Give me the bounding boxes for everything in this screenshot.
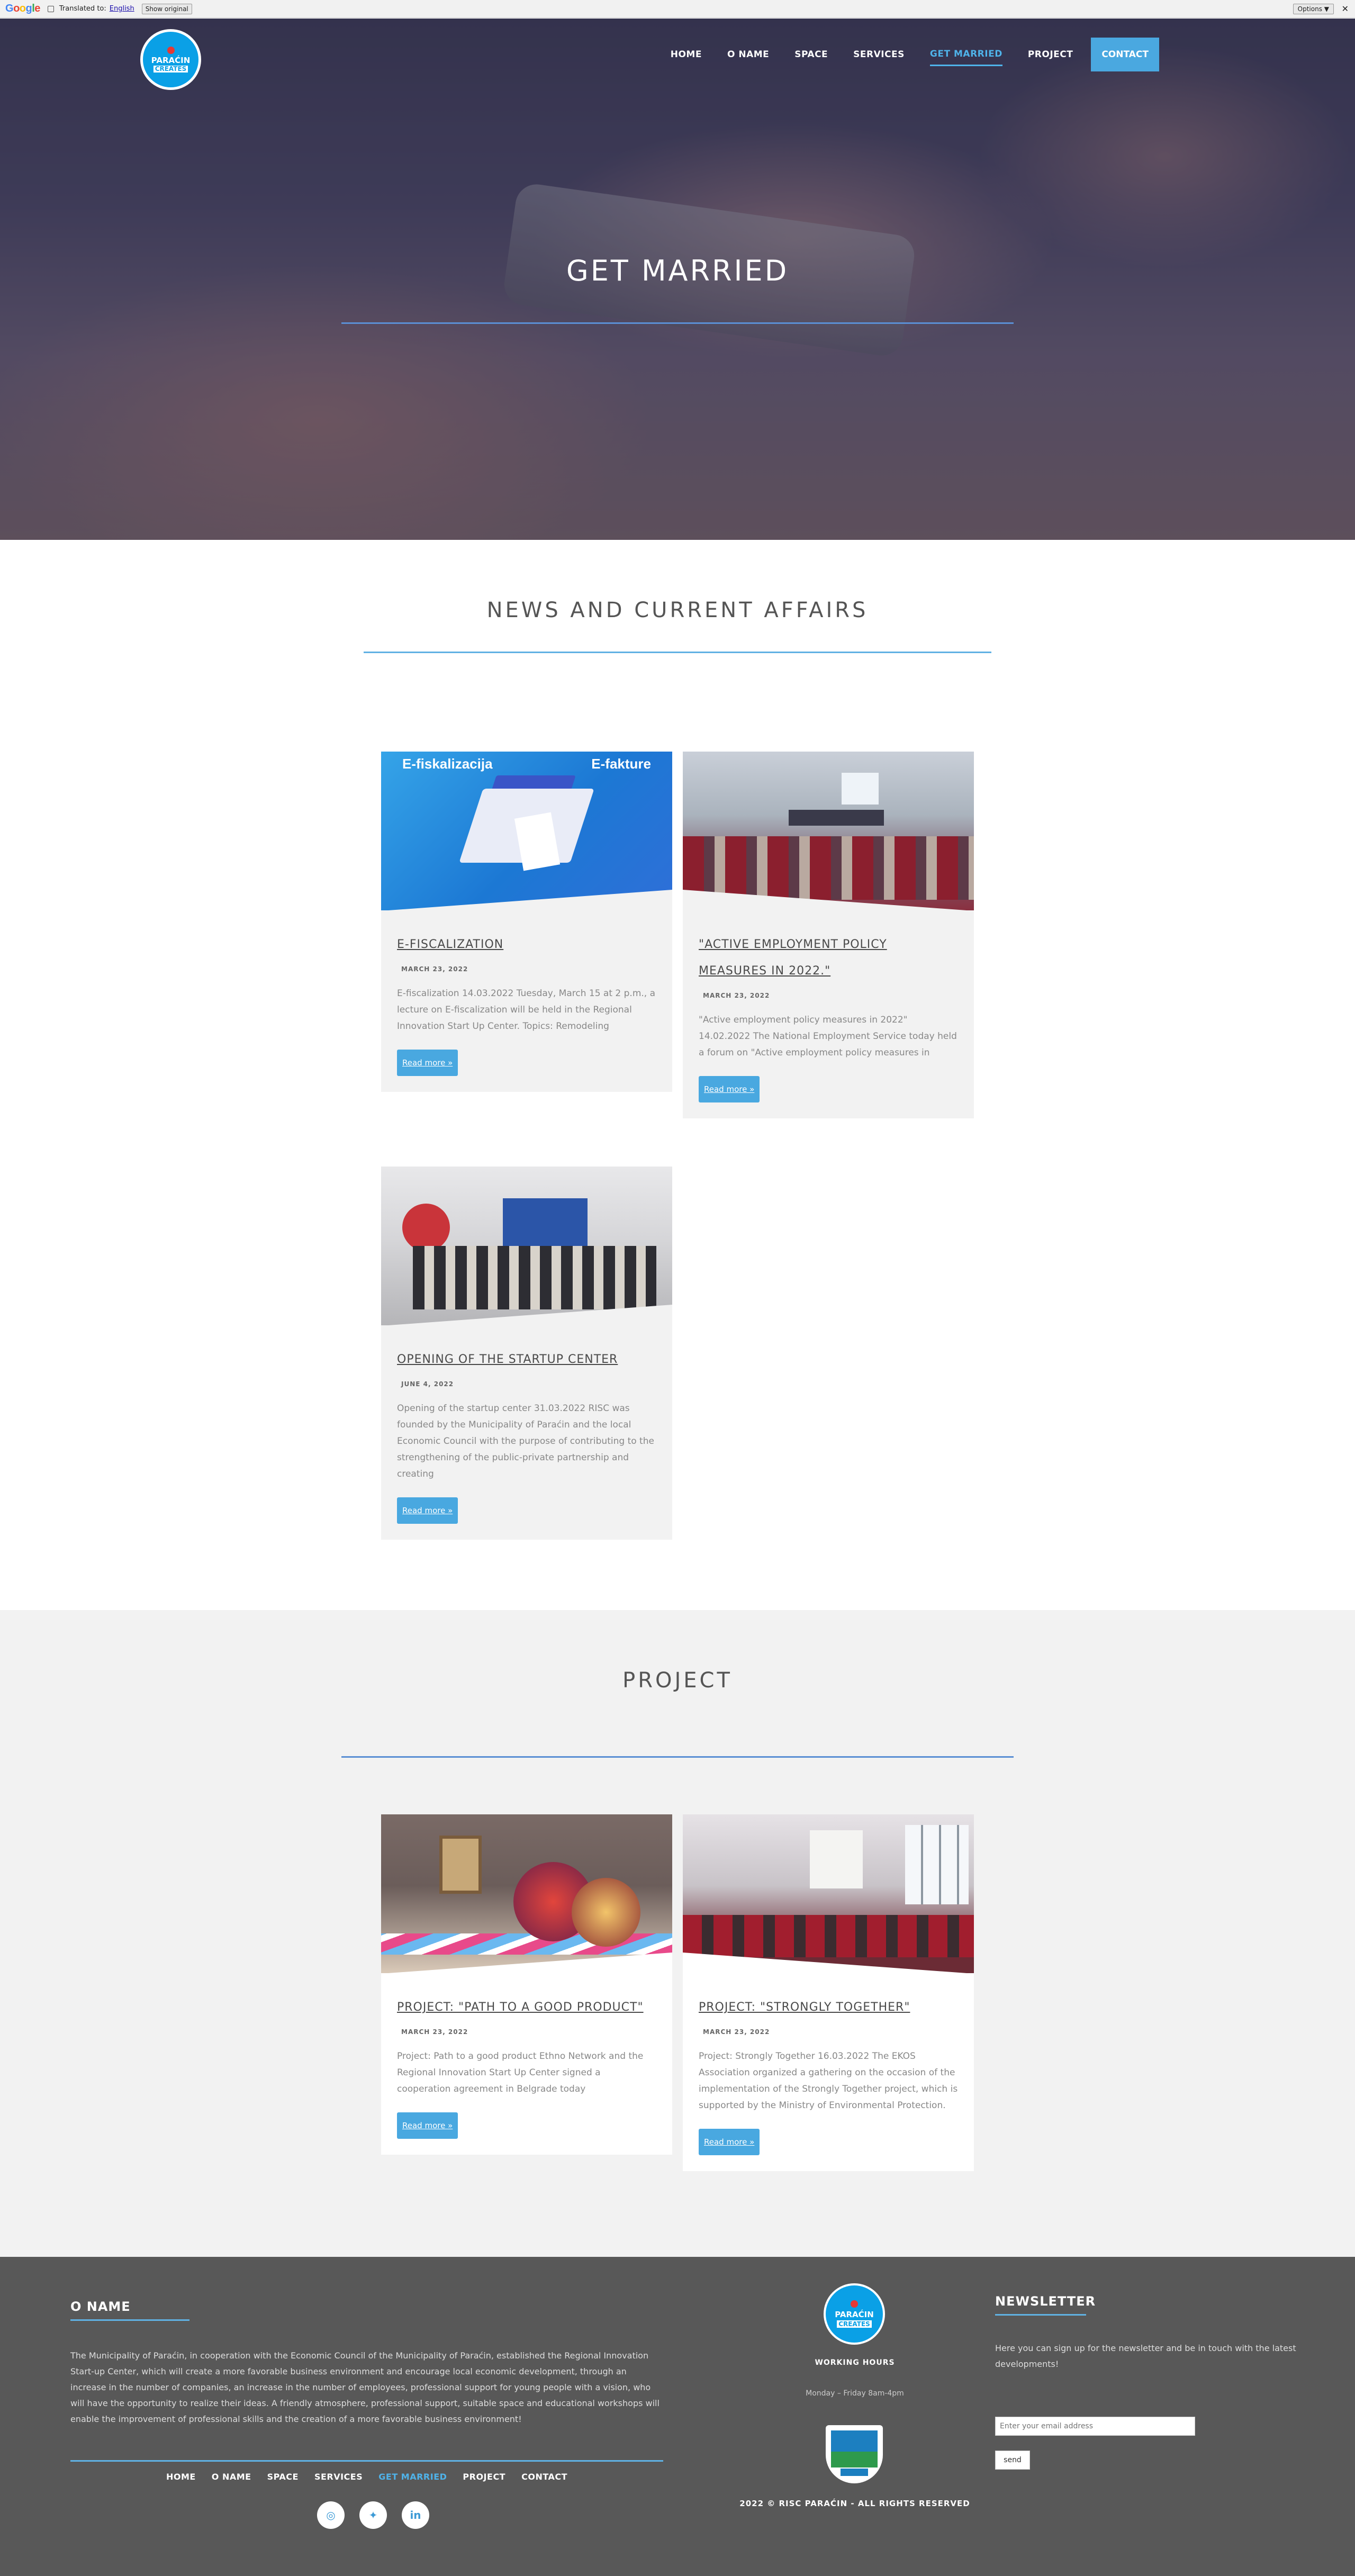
project-card: PROJECT: "STRONGLY TOGETHER" MARCH 23, 2… xyxy=(683,1814,974,2171)
language-select[interactable]: English xyxy=(110,5,134,13)
nav-services[interactable]: SERVICES xyxy=(853,44,905,65)
working-hours-title: WORKING HOURS xyxy=(815,2358,895,2367)
footer-divider xyxy=(70,2319,189,2321)
show-original-button[interactable]: Show original xyxy=(141,3,192,14)
title-divider xyxy=(341,322,1014,324)
project-section-title: PROJECT xyxy=(622,1668,733,1693)
linkedin-icon[interactable]: in xyxy=(402,2501,429,2529)
project-section xyxy=(0,1610,1355,2257)
project-image[interactable] xyxy=(381,1814,672,1973)
news-card: "ACTIVE EMPLOYMENT POLICY MEASURES IN 20… xyxy=(683,752,974,1118)
twitter-icon[interactable]: ✦ xyxy=(359,2501,387,2529)
logo-mark-icon xyxy=(167,47,175,54)
working-hours: Monday – Friday 8am-4pm xyxy=(806,2389,904,2398)
nav-o-name[interactable]: O NAME xyxy=(727,44,769,65)
project-excerpt: Project: Path to a good product Ethno Ne… xyxy=(397,2051,644,2094)
site-logo[interactable]: PARAĆIN CREATES xyxy=(140,29,201,90)
news-image[interactable]: E-fiskalizacija E-fakture xyxy=(381,752,672,910)
project-title-link[interactable]: PROJECT: "PATH TO A GOOD PRODUCT" xyxy=(397,1994,656,2021)
news-title-link[interactable]: E-FISCALIZATION xyxy=(397,932,656,958)
logo-mark-icon xyxy=(851,2300,858,2308)
footer-about-text: The Municipality of Paraćin, in cooperat… xyxy=(70,2351,660,2424)
footer-nav-contact[interactable]: CONTACT xyxy=(521,2472,567,2482)
read-more-button[interactable]: Read more » xyxy=(397,1497,458,1524)
news-excerpt: "Active employment policy measures in 20… xyxy=(699,1015,957,1058)
news-image[interactable] xyxy=(683,752,974,910)
project-date: MARCH 23, 2022 xyxy=(703,2028,770,2036)
footer-logo[interactable]: PARAĆIN CREATES xyxy=(824,2283,885,2345)
read-more-button[interactable]: Read more » xyxy=(397,1050,458,1076)
footer: O NAME The Municipality of Paraćin, in c… xyxy=(0,2257,1355,2576)
read-more-button[interactable]: Read more » xyxy=(397,2112,458,2139)
nav-space[interactable]: SPACE xyxy=(794,44,828,65)
newsletter-send-button[interactable]: send xyxy=(995,2451,1030,2470)
news-section-title: NEWS AND CURRENT AFFAIRS xyxy=(486,598,869,622)
lock-icon xyxy=(47,5,54,12)
read-more-button[interactable]: Read more » xyxy=(699,1076,760,1102)
copyright: 2022 © RISC PARAĆIN - ALL RIGHTS RESERVE… xyxy=(739,2499,970,2508)
news-date: MARCH 23, 2022 xyxy=(401,965,468,973)
nav-get-married[interactable]: GET MARRIED xyxy=(929,43,1002,66)
hero-banner: GET MARRIED xyxy=(0,19,1355,540)
contact-button[interactable]: CONTACT xyxy=(1091,38,1159,71)
logo-text: PARAĆIN xyxy=(151,56,191,65)
footer-about-title: O NAME xyxy=(70,2299,131,2314)
newsletter-email-input[interactable] xyxy=(995,2417,1195,2436)
news-excerpt: Opening of the startup center 31.03.2022… xyxy=(397,1403,654,1479)
news-card: E-fiskalizacija E-fakture E-FISCALIZATIO… xyxy=(381,752,672,1092)
footer-nav-get-married[interactable]: GET MARRIED xyxy=(378,2472,447,2482)
news-divider xyxy=(364,652,991,653)
project-image[interactable] xyxy=(683,1814,974,1973)
image-caption: E-fiskalizacija xyxy=(402,756,493,772)
footer-nav-services[interactable]: SERVICES xyxy=(314,2472,363,2482)
translated-to-label: Translated to: xyxy=(59,5,106,13)
logo-subtext: CREATES xyxy=(837,2320,872,2328)
social-links: ◎ ✦ in xyxy=(310,2501,437,2529)
footer-nav: HOME O NAME SPACE SERVICES GET MARRIED P… xyxy=(70,2472,663,2482)
footer-nav-o-name[interactable]: O NAME xyxy=(212,2472,251,2482)
project-card: PROJECT: "PATH TO A GOOD PRODUCT" MARCH … xyxy=(381,1814,672,2155)
project-divider xyxy=(341,1756,1014,1758)
footer-divider xyxy=(70,2460,663,2462)
footer-nav-home[interactable]: HOME xyxy=(166,2472,196,2482)
read-more-button[interactable]: Read more » xyxy=(699,2129,760,2155)
footer-nav-space[interactable]: SPACE xyxy=(267,2472,299,2482)
page-title: GET MARRIED xyxy=(566,254,789,287)
newsletter-title: NEWSLETTER xyxy=(995,2294,1096,2309)
main-nav: HOME O NAME SPACE SERVICES GET MARRIED P… xyxy=(658,37,1355,72)
news-card: OPENING OF THE STARTUP CENTER JUNE 4, 20… xyxy=(381,1167,672,1540)
news-date: MARCH 23, 2022 xyxy=(703,992,770,999)
project-title-link[interactable]: PROJECT: "STRONGLY TOGETHER" xyxy=(699,1994,958,2021)
news-title-link[interactable]: "ACTIVE EMPLOYMENT POLICY MEASURES IN 20… xyxy=(699,932,958,984)
news-date: JUNE 4, 2022 xyxy=(401,1380,454,1388)
logo-subtext: CREATES xyxy=(153,66,188,73)
municipality-crest-icon xyxy=(826,2425,883,2483)
translate-bar: Google Translated to: English Show origi… xyxy=(0,0,1355,18)
project-excerpt: Project: Strongly Together 16.03.2022 Th… xyxy=(699,2051,958,2111)
news-title-link[interactable]: OPENING OF THE STARTUP CENTER xyxy=(397,1346,656,1373)
instagram-icon[interactable]: ◎ xyxy=(317,2501,345,2529)
news-excerpt: E-fiscalization 14.03.2022 Tuesday, Marc… xyxy=(397,988,656,1032)
google-logo: Google xyxy=(5,3,40,14)
footer-divider xyxy=(995,2314,1086,2316)
options-button[interactable]: Options ▼ xyxy=(1293,3,1334,14)
news-image[interactable] xyxy=(381,1167,672,1325)
image-caption: E-fakture xyxy=(591,756,651,772)
footer-nav-project[interactable]: PROJECT xyxy=(463,2472,505,2482)
project-date: MARCH 23, 2022 xyxy=(401,2028,468,2036)
nav-home[interactable]: HOME xyxy=(671,44,702,65)
nav-project[interactable]: PROJECT xyxy=(1028,44,1073,65)
logo-text: PARAĆIN xyxy=(835,2310,874,2319)
close-icon[interactable]: ✕ xyxy=(1342,4,1349,14)
newsletter-text: Here you can sign up for the newsletter … xyxy=(995,2343,1296,2369)
